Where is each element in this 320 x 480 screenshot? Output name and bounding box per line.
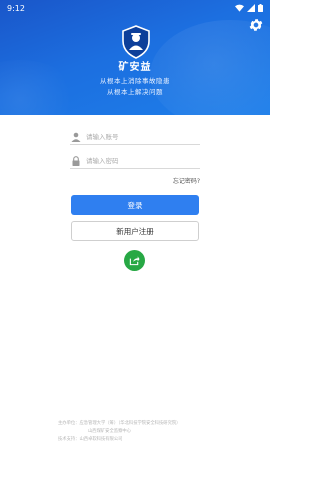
status-bar: 9:12 (0, 0, 270, 16)
footer-organizer: 主办单位：应急管理大学（筹）（华北科技学院安全科技研究院） (58, 421, 181, 426)
footer: 主办单位：应急管理大学（筹）（华北科技学院安全科技研究院） 山西煤矿安全监察中心… (58, 420, 248, 444)
slogan-line-1: 从根本上消除事故隐患 (100, 77, 170, 85)
wifi-icon (235, 4, 244, 12)
account-input[interactable] (86, 132, 191, 141)
lock-icon (71, 155, 81, 166)
header-banner: 9:12 矿安益 从根本上消除事故隐患 从根本上解决问题 (0, 0, 270, 115)
user-icon (71, 132, 81, 142)
footer-tech-support: 技术支持：山西卓软科技有限公司 (58, 437, 123, 442)
share-button[interactable] (124, 250, 145, 271)
register-button[interactable]: 新用户注册 (71, 221, 199, 241)
share-icon (129, 256, 140, 266)
signal-icon (247, 4, 255, 12)
battery-icon (258, 4, 263, 12)
password-input[interactable] (86, 156, 191, 165)
status-time: 9:12 (7, 3, 25, 13)
slogan-line-2: 从根本上解决问题 (107, 88, 163, 96)
account-field[interactable] (70, 129, 200, 145)
shield-logo-icon (122, 25, 150, 59)
forgot-password-link[interactable]: 忘记密码? (150, 176, 200, 185)
brand-name: 矿安益 (118, 62, 152, 73)
footer-organizer-2: 山西煤矿安全监察中心 (88, 429, 131, 434)
login-button[interactable]: 登录 (71, 195, 199, 215)
password-field[interactable] (70, 153, 200, 169)
settings-gear-icon[interactable] (248, 17, 264, 33)
